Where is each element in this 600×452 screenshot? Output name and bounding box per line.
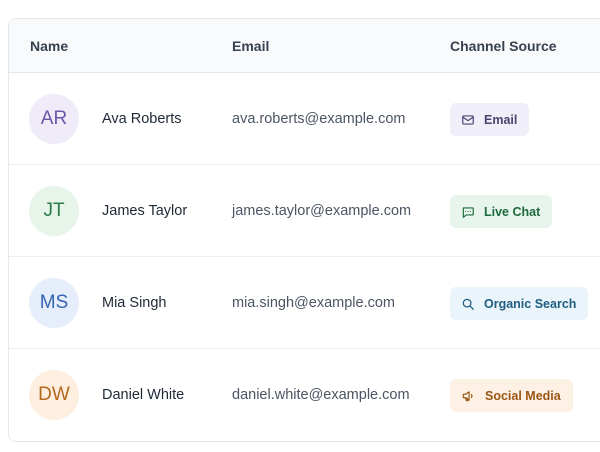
avatar: MS <box>29 278 79 328</box>
column-header-email[interactable]: Email <box>232 19 269 73</box>
contact-name: Mia Singh <box>102 295 167 311</box>
channel-badge: Email <box>450 103 530 136</box>
column-header-name[interactable]: Name <box>30 19 68 73</box>
table-header: Name Email Channel Source <box>9 19 600 73</box>
channel-label: Organic Search <box>484 296 577 311</box>
channel-label: Live Chat <box>484 204 541 219</box>
table-row[interactable]: AR Ava Roberts ava.roberts@example.com E… <box>9 73 600 165</box>
channel-label: Social Media <box>485 388 561 403</box>
megaphone-icon <box>461 389 476 403</box>
mail-icon <box>461 113 475 127</box>
contact-name: Daniel White <box>102 387 185 403</box>
table-row[interactable]: DW Daniel White daniel.white@example.com… <box>9 349 600 441</box>
avatar: DW <box>29 370 79 420</box>
contact-name: Ava Roberts <box>102 111 182 127</box>
table-row[interactable]: JT James Taylor james.taylor@example.com… <box>9 165 600 257</box>
contact-name: James Taylor <box>102 203 188 219</box>
channel-badge: Social Media <box>450 379 573 412</box>
contact-email: daniel.white@example.com <box>232 387 410 403</box>
search-icon <box>461 297 475 311</box>
chat-icon <box>461 205 475 219</box>
avatar: AR <box>29 94 79 144</box>
channel-label: Email <box>484 112 518 127</box>
avatar: JT <box>29 186 79 236</box>
table-row[interactable]: MS Mia Singh mia.singh@example.com Organ… <box>9 257 600 349</box>
column-header-channel-source[interactable]: Channel Source <box>450 19 557 73</box>
contact-email: mia.singh@example.com <box>232 295 396 311</box>
channel-badge: Organic Search <box>450 287 589 320</box>
contact-email: james.taylor@example.com <box>232 203 412 219</box>
contact-email: ava.roberts@example.com <box>232 111 406 127</box>
contacts-table: Name Email Channel Source AR Ava Roberts… <box>8 18 600 442</box>
channel-badge: Live Chat <box>450 195 553 228</box>
